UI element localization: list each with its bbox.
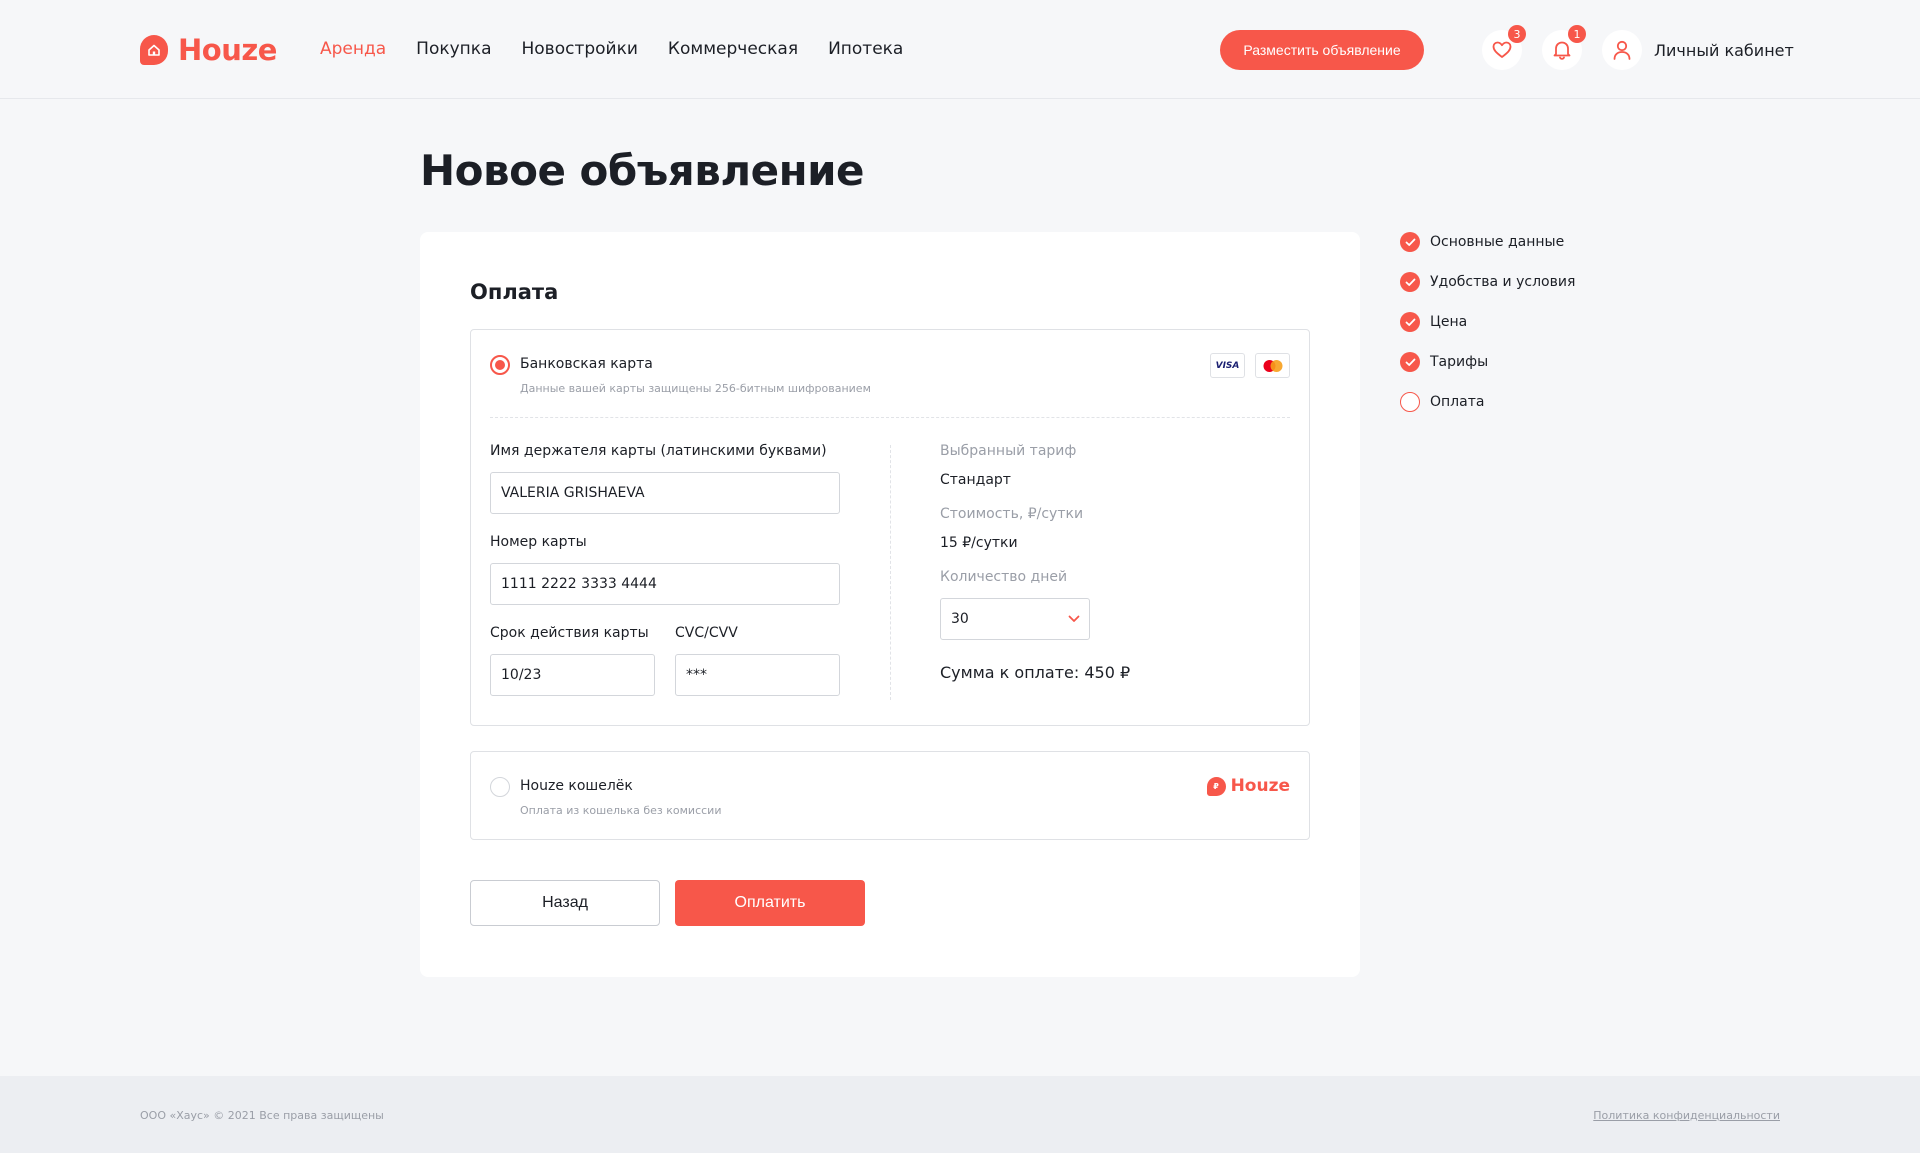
nav-item-buy[interactable]: Покупка bbox=[416, 39, 491, 59]
bell-icon bbox=[1553, 41, 1571, 60]
step-tariffs[interactable]: Тарифы bbox=[1400, 352, 1488, 372]
step-amenities[interactable]: Удобства и условия bbox=[1400, 272, 1575, 292]
chevron-down-icon bbox=[1068, 615, 1080, 622]
heart-icon bbox=[1492, 41, 1512, 58]
page-title: Новое объявление bbox=[420, 146, 865, 195]
step-label: Тарифы bbox=[1430, 354, 1489, 370]
days-label: Количество дней bbox=[940, 569, 1068, 585]
back-button[interactable]: Назад bbox=[470, 880, 660, 926]
house-logo-icon bbox=[140, 35, 168, 65]
account-link[interactable]: Личный кабинет bbox=[1602, 30, 1794, 70]
dashed-divider bbox=[490, 417, 1290, 418]
cvc-input[interactable]: *** bbox=[675, 654, 840, 696]
check-icon bbox=[1400, 352, 1420, 372]
account-avatar bbox=[1602, 30, 1642, 70]
step-label: Цена bbox=[1430, 314, 1468, 330]
wallet-subtitle: Оплата из кошелька без комиссии bbox=[520, 804, 722, 817]
expiry-label: Срок действия карты bbox=[490, 625, 649, 641]
cvc-label: CVC/CVV bbox=[675, 625, 738, 641]
check-icon bbox=[1400, 312, 1420, 332]
top-header: Houze Аренда Покупка Новостройки Коммерч… bbox=[0, 0, 1920, 99]
wallet-ruble-icon: ₽ bbox=[1206, 776, 1226, 796]
bank-card-subtitle: Данные вашей карты защищены 256-битным ш… bbox=[520, 382, 871, 395]
nav-item-commercial[interactable]: Коммерческая bbox=[668, 39, 798, 59]
card-number-label: Номер карты bbox=[490, 534, 587, 550]
wallet-logo: ₽ Houze bbox=[1206, 776, 1290, 796]
user-icon bbox=[1613, 40, 1631, 60]
wallet-radio[interactable] bbox=[490, 777, 510, 797]
section-title: Оплата bbox=[470, 280, 559, 304]
card-logos: VISA bbox=[1210, 353, 1290, 378]
account-label: Личный кабинет bbox=[1654, 40, 1794, 60]
price-value: 15 ₽/сутки bbox=[940, 535, 1018, 551]
logo[interactable]: Houze bbox=[140, 33, 277, 67]
mastercard-icon bbox=[1255, 353, 1290, 378]
step-payment[interactable]: Оплата bbox=[1400, 392, 1484, 412]
bank-card-option[interactable]: Банковская карта Данные вашей карты защи… bbox=[470, 329, 1310, 726]
payment-card: Оплата Банковская карта Данные вашей кар… bbox=[420, 232, 1360, 977]
check-icon bbox=[1400, 232, 1420, 252]
bank-card-title: Банковская карта bbox=[520, 356, 653, 372]
total-amount: Сумма к оплате: 450 ₽ bbox=[940, 663, 1131, 682]
step-label: Удобства и условия bbox=[1430, 274, 1576, 290]
step-basic-data[interactable]: Основные данные bbox=[1400, 232, 1564, 252]
check-icon bbox=[1400, 272, 1420, 292]
price-label: Стоимость, ₽/сутки bbox=[940, 506, 1084, 522]
wallet-title: Houze кошелёк bbox=[520, 778, 633, 794]
visa-label: VISA bbox=[1215, 360, 1240, 371]
wallet-option[interactable]: Houze кошелёк Оплата из кошелька без ком… bbox=[470, 751, 1310, 840]
empty-circle-icon bbox=[1400, 392, 1420, 412]
pay-button[interactable]: Оплатить bbox=[675, 880, 865, 926]
notifications-button[interactable]: 1 bbox=[1542, 25, 1586, 70]
nav-item-new-buildings[interactable]: Новостройки bbox=[522, 39, 638, 59]
favorites-button[interactable]: 3 bbox=[1482, 25, 1526, 70]
nav-item-rent[interactable]: Аренда bbox=[320, 39, 386, 59]
card-number-input[interactable]: 1111 2222 3333 4444 bbox=[490, 563, 840, 605]
step-label: Оплата bbox=[1430, 394, 1485, 410]
main-nav: Аренда Покупка Новостройки Коммерческая … bbox=[320, 39, 903, 59]
step-price[interactable]: Цена bbox=[1400, 312, 1467, 332]
visa-icon: VISA bbox=[1210, 353, 1245, 378]
wallet-logo-text: Houze bbox=[1230, 776, 1290, 796]
notifications-count-badge: 1 bbox=[1568, 25, 1586, 43]
days-value: 30 bbox=[951, 611, 969, 627]
vertical-dashed-divider bbox=[890, 445, 891, 700]
logo-text: Houze bbox=[178, 33, 277, 67]
nav-item-mortgage[interactable]: Ипотека bbox=[828, 39, 903, 59]
favorites-count-badge: 3 bbox=[1508, 25, 1526, 43]
holder-name-input[interactable]: VALERIA GRISHAEVA bbox=[490, 472, 840, 514]
days-select[interactable]: 30 bbox=[940, 598, 1090, 640]
footer: ООО «Хаус» © 2021 Все права защищены Пол… bbox=[0, 1076, 1920, 1153]
tariff-label: Выбранный тариф bbox=[940, 443, 1077, 459]
tariff-value: Стандарт bbox=[940, 472, 1011, 488]
bank-card-radio[interactable] bbox=[490, 355, 510, 375]
expiry-input[interactable]: 10/23 bbox=[490, 654, 655, 696]
privacy-policy-link[interactable]: Политика конфиденциальности bbox=[1593, 1109, 1780, 1122]
copyright: ООО «Хаус» © 2021 Все права защищены bbox=[140, 1109, 384, 1122]
holder-label: Имя держателя карты (латинскими буквами) bbox=[490, 443, 827, 459]
post-listing-button[interactable]: Разместить объявление bbox=[1220, 30, 1424, 70]
step-label: Основные данные bbox=[1430, 234, 1565, 250]
